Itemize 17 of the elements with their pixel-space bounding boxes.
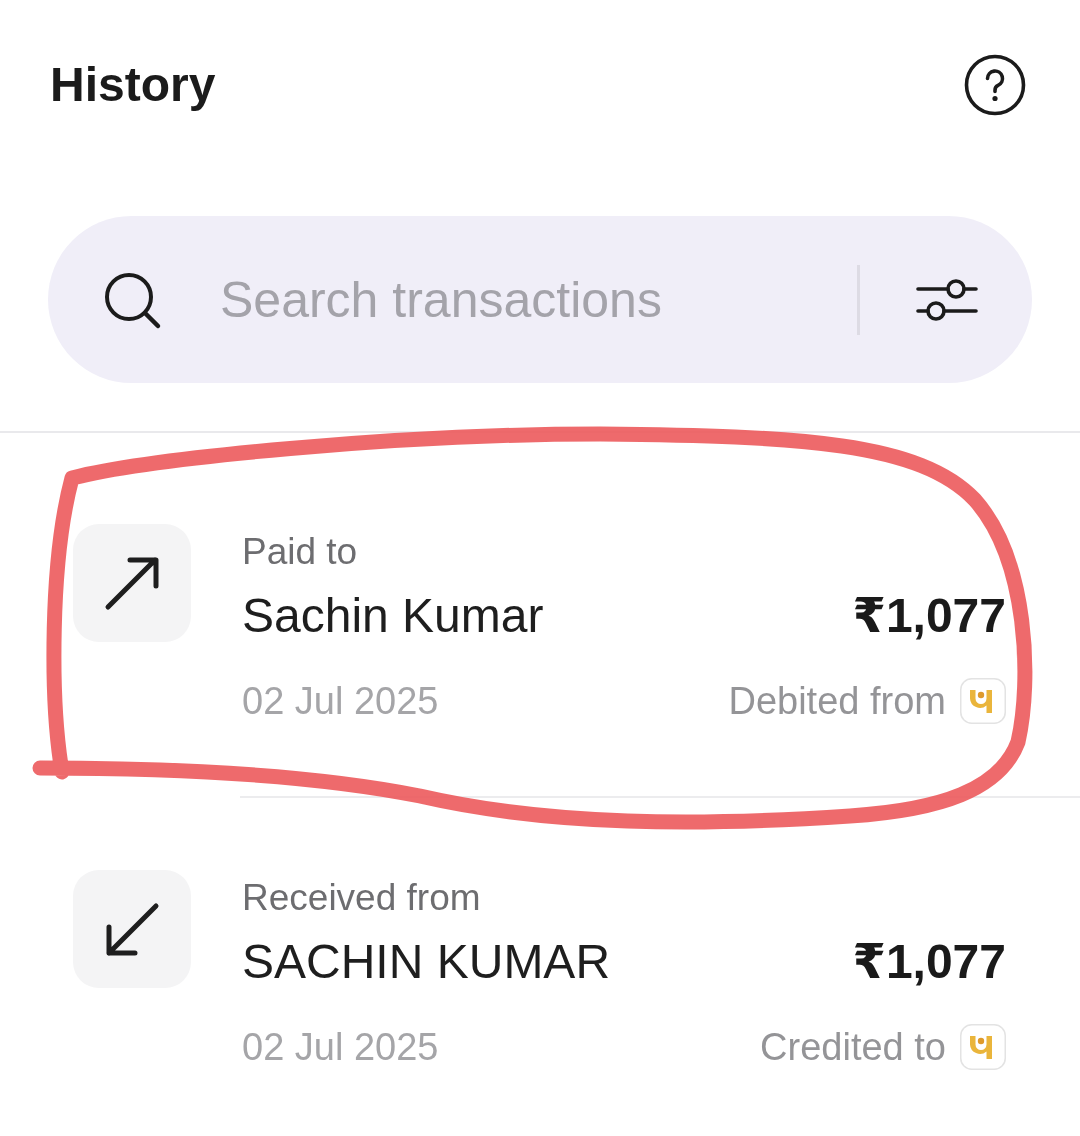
amount: ₹1,077 [852,934,1006,990]
payee-name: SACHIN KUMAR [242,934,611,990]
transaction-type: Received from [242,878,482,918]
transaction-date: 02 Jul 2025 [242,1025,439,1069]
bank-logo-icon [960,1024,1006,1070]
payee-name: Sachin Kumar [242,588,544,644]
amount: ₹1,077 [852,588,1006,644]
transaction-type: Paid to [242,532,359,572]
account-label: Debited from [728,679,946,723]
arrow-down-left-icon [73,870,191,988]
arrow-up-right-icon [73,524,191,642]
bank-logo-icon [960,678,1006,724]
account-label: Credited to [760,1025,946,1069]
page-title: History [50,57,216,114]
help-icon[interactable] [964,54,1026,116]
transaction-date: 02 Jul 2025 [242,679,439,723]
search-input[interactable]: Search transactions [220,269,837,330]
